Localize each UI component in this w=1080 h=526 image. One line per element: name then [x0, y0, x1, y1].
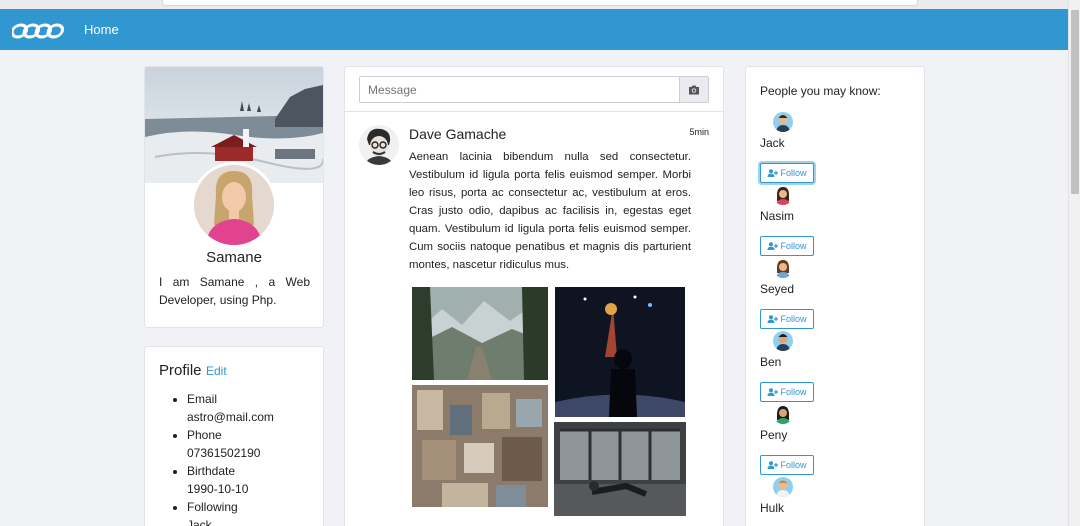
- info-value: 07361502190: [187, 446, 261, 460]
- person-avatar-ben[interactable]: [773, 331, 793, 351]
- person-avatar-jack[interactable]: [773, 112, 793, 132]
- post-timestamp: 5min: [689, 127, 709, 137]
- add-user-icon: [767, 461, 779, 469]
- edit-profile-link[interactable]: Edit: [206, 364, 227, 378]
- follow-button-label: Follow: [780, 460, 807, 470]
- info-value: astro@mail.com: [187, 410, 274, 424]
- profile-info-title: Profile: [159, 362, 202, 379]
- follow-button-label: Follow: [780, 168, 807, 178]
- post-photo-fireworks[interactable]: [555, 287, 685, 417]
- info-item-email: Email astro@mail.com: [187, 390, 317, 426]
- info-label: Phone: [187, 428, 222, 442]
- follow-button-label: Follow: [780, 241, 807, 251]
- profile-avatar-image: [194, 165, 274, 245]
- post-body: Aenean lacinia bibendum nulla sed consec…: [409, 151, 691, 271]
- scrollbar-thumb[interactable]: [1071, 10, 1079, 194]
- browser-strip: [0, 0, 1068, 9]
- post-photo-mountain-trail[interactable]: [412, 287, 548, 380]
- feed-card: Dave Gamache 5min Aenean lacinia bibendu…: [344, 66, 724, 526]
- people-suggestions-title: People you may know:: [760, 84, 881, 98]
- follow-button[interactable]: Follow: [760, 309, 814, 329]
- follow-button[interactable]: Follow: [760, 382, 814, 402]
- add-user-icon: [767, 388, 779, 396]
- follow-button[interactable]: Follow: [760, 163, 814, 183]
- info-label: Following: [187, 500, 238, 514]
- page-scrollbar[interactable]: [1068, 0, 1080, 526]
- info-item-phone: Phone 07361502190: [187, 426, 317, 462]
- follow-button-label: Follow: [780, 314, 807, 324]
- person-avatar-seyed[interactable]: [773, 258, 793, 278]
- feed-divider: [345, 111, 723, 112]
- post-photo-workout[interactable]: [554, 422, 686, 516]
- follow-button[interactable]: Follow: [760, 455, 814, 475]
- post-photo-city-aerial[interactable]: [412, 385, 548, 507]
- post-author-avatar-image: [359, 125, 399, 165]
- add-user-icon: [767, 242, 779, 250]
- info-value: Jack: [187, 518, 212, 526]
- person-name[interactable]: Peny: [760, 428, 787, 442]
- person-name[interactable]: Hulk: [760, 501, 784, 515]
- info-label: Birthdate: [187, 464, 236, 478]
- person-avatar-hulk[interactable]: [773, 477, 793, 497]
- follow-button-label: Follow: [780, 387, 807, 397]
- info-label: Email: [187, 392, 218, 406]
- info-item-birthdate: Birthdate 1990-10-10: [187, 462, 317, 498]
- add-user-icon: [767, 169, 779, 177]
- profile-avatar[interactable]: [191, 162, 277, 248]
- person-name[interactable]: Ben: [760, 355, 781, 369]
- post-author-name[interactable]: Dave Gamache: [409, 126, 506, 142]
- post-author-avatar[interactable]: [359, 125, 399, 165]
- people-suggestions-card: People you may know: Jack Follow Nasim F…: [745, 66, 925, 526]
- profile-card: Samane I am Samane , a Web Developer, us…: [144, 66, 324, 328]
- profile-info-card: Profile Edit Email astro@mail.com Phone 07…: [144, 346, 324, 526]
- camera-button[interactable]: [679, 77, 708, 102]
- camera-icon: [689, 85, 699, 94]
- chain-link-logo-icon[interactable]: [12, 21, 68, 41]
- person-name[interactable]: Nasim: [760, 209, 794, 223]
- address-bar[interactable]: [162, 0, 918, 6]
- add-user-icon: [767, 315, 779, 323]
- nav-home-link[interactable]: Home: [84, 22, 119, 37]
- follow-button[interactable]: Follow: [760, 236, 814, 256]
- profile-info-list: Email astro@mail.com Phone 07361502190 Bir…: [187, 390, 317, 526]
- navbar: Home: [0, 9, 1068, 50]
- person-name[interactable]: Jack: [760, 136, 785, 150]
- message-input[interactable]: [360, 77, 679, 102]
- person-avatar-peny[interactable]: [773, 404, 793, 424]
- person-avatar-nasim[interactable]: [773, 185, 793, 205]
- info-item-following: Following Jack: [187, 498, 317, 526]
- person-name[interactable]: Seyed: [760, 282, 794, 296]
- profile-name: Samane: [206, 249, 262, 266]
- message-composer: [359, 76, 709, 103]
- info-value: 1990-10-10: [187, 482, 249, 496]
- profile-bio: I am Samane , a Web Developer, using Php…: [159, 275, 310, 307]
